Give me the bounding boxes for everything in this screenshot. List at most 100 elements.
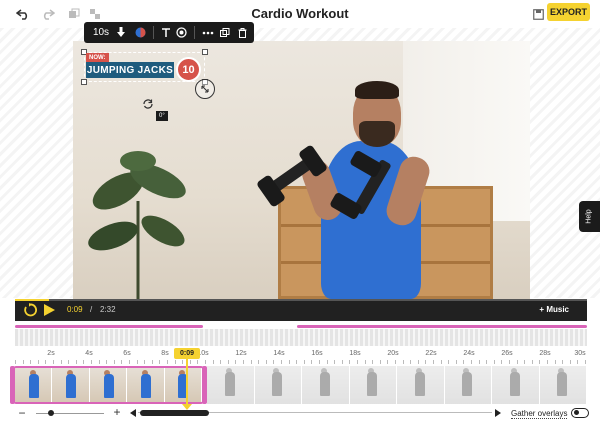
ruler-tick <box>205 360 206 364</box>
ruler-tick <box>159 360 161 364</box>
zoom-out-button[interactable]: − <box>17 406 27 420</box>
ruler-tick <box>136 360 138 364</box>
zoom-in-button[interactable]: + <box>112 405 122 419</box>
ruler-tick <box>243 360 244 364</box>
zoom-slider-knob[interactable] <box>48 410 54 416</box>
ruler-tick <box>68 360 70 364</box>
ruler-tick <box>319 360 320 364</box>
clip-thumbnail <box>254 366 302 404</box>
time-separator: / <box>90 305 93 314</box>
ruler-tick <box>326 360 328 364</box>
clip-thumbnail <box>207 366 255 404</box>
scroll-right-icon[interactable] <box>495 409 501 417</box>
player-bar: 0:09 / 2:32 + Music <box>15 299 587 321</box>
timeline-ruler[interactable]: 2s 4s 6s 8s 10s 12s 14s 16s 18s 20s 22s … <box>15 346 587 364</box>
ruler-tick <box>22 360 24 364</box>
ruler-tick <box>334 360 336 364</box>
ruler-tick <box>75 360 77 364</box>
overlay-exercise-label: JUMPING JACKS <box>86 62 174 78</box>
help-label: Help <box>586 209 593 224</box>
copy-icon[interactable] <box>216 22 234 43</box>
ruler-tick <box>478 360 480 364</box>
person-hair <box>355 81 399 99</box>
ruler-tick <box>372 360 374 364</box>
ruler-tick <box>349 360 351 364</box>
resize-handle-bl[interactable] <box>81 79 87 85</box>
ruler-tick <box>15 360 16 364</box>
current-time: 0:09 <box>67 305 83 314</box>
ruler-tick <box>471 360 472 364</box>
ruler-tick <box>531 360 533 364</box>
add-music-button[interactable]: + Music <box>539 305 569 314</box>
ruler-tick <box>425 360 427 364</box>
ruler-tick <box>98 360 100 364</box>
ruler-tick <box>288 360 290 364</box>
timeline-scroll-thumb[interactable] <box>140 410 209 416</box>
playhead-line[interactable] <box>186 359 188 406</box>
ruler-tick <box>311 360 313 364</box>
clip-thumbnail <box>164 368 202 402</box>
export-button[interactable]: EXPORT <box>547 3 590 21</box>
trash-icon[interactable] <box>234 22 250 43</box>
ruler-tick <box>91 360 92 364</box>
save-icon[interactable] <box>528 4 548 24</box>
gather-overlays-toggle[interactable] <box>571 408 589 418</box>
clip-trim-handle-left[interactable] <box>10 366 15 404</box>
ruler-tick <box>463 360 465 364</box>
ruler-tick <box>357 360 358 364</box>
plant-left <box>88 151 186 299</box>
tick-label: 22s <box>425 350 437 357</box>
ruler-tick <box>585 360 586 364</box>
clip-thumbnail <box>52 368 90 402</box>
video-clip-remaining[interactable] <box>207 366 587 404</box>
ruler-tick <box>45 360 47 364</box>
ruler-tick <box>554 360 556 364</box>
ruler-tick <box>212 360 214 364</box>
tick-label: 16s <box>311 350 323 357</box>
ruler-tick <box>167 360 168 364</box>
color-icon[interactable] <box>132 22 148 43</box>
playhead-time[interactable]: 0:09 <box>174 348 200 359</box>
ruler-tick <box>258 360 260 364</box>
play-button[interactable] <box>44 304 55 316</box>
ruler-tick <box>37 360 39 364</box>
ruler-tick <box>410 360 412 364</box>
clip-thumbnail <box>397 366 445 404</box>
ruler-tick <box>296 360 298 364</box>
ruler-tick <box>227 360 229 364</box>
resize-handle-tr[interactable] <box>202 49 208 55</box>
zoom-slider-track[interactable] <box>36 413 104 414</box>
overlay-now-tag: NOW: <box>86 53 109 62</box>
help-tab[interactable]: Help <box>579 201 600 232</box>
text-icon[interactable] <box>159 22 173 43</box>
animation-icon[interactable] <box>110 22 132 43</box>
rotation-degree-tag: 0° <box>156 111 168 121</box>
player-scrub-track[interactable] <box>15 299 587 301</box>
scroll-left-icon[interactable] <box>130 409 136 417</box>
duration-label[interactable]: 10s <box>92 22 110 43</box>
ruler-tick <box>182 360 184 364</box>
ruler-tick <box>379 360 381 364</box>
overlay-track-segment[interactable] <box>15 325 203 328</box>
replay-icon[interactable] <box>23 303 37 317</box>
more-icon[interactable] <box>200 22 216 43</box>
ruler-tick <box>265 360 267 364</box>
gather-overlays-label[interactable]: Gather overlays <box>511 409 568 419</box>
style-icon[interactable] <box>173 22 189 43</box>
ruler-tick <box>569 360 571 364</box>
ruler-tick <box>509 360 510 364</box>
clip-thumbnail <box>89 368 128 402</box>
player-progress <box>15 299 49 301</box>
overlay-track-segment[interactable] <box>297 325 587 328</box>
ruler-tick <box>448 360 450 364</box>
tick-label: 20s <box>387 350 399 357</box>
scale-handle-icon[interactable] <box>195 79 215 99</box>
clip-thumbnail <box>127 368 165 402</box>
rotate-icon[interactable] <box>141 97 155 111</box>
ruler-tick <box>189 360 191 364</box>
ruler-tick <box>395 360 396 364</box>
ruler-tick <box>433 360 434 364</box>
tick-label: 30s <box>574 350 586 357</box>
ruler-tick <box>387 360 389 364</box>
video-clip-selected[interactable] <box>13 366 204 404</box>
